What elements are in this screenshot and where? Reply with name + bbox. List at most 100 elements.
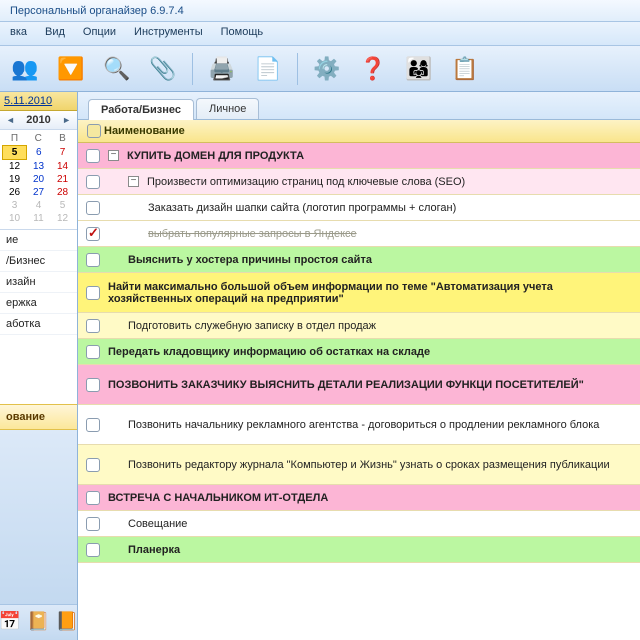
task-text: Планерка: [124, 544, 636, 556]
task-checkbox[interactable]: [86, 175, 100, 189]
next-month[interactable]: ►: [62, 115, 71, 125]
calendar-day[interactable]: 12: [3, 160, 27, 174]
tab-bar: Работа/БизнесЛичное: [78, 92, 640, 120]
task-row[interactable]: Подготовить служебную записку в отдел пр…: [78, 313, 640, 339]
menu-item[interactable]: Вид: [45, 26, 65, 41]
task-text: Передать кладовщику информацию об остатк…: [104, 346, 636, 358]
task-text: Позвонить начальнику рекламного агентств…: [124, 419, 636, 431]
task-checkbox[interactable]: [86, 345, 100, 359]
task-row[interactable]: Совещание: [78, 511, 640, 537]
task-text: выбрать популярные запросы в Яндексе: [144, 228, 636, 240]
task-text: Совещание: [124, 518, 636, 530]
task-text: Произвести оптимизацию страниц под ключе…: [143, 176, 636, 188]
task-text: Подготовить служебную записку в отдел пр…: [124, 320, 636, 332]
task-checkbox[interactable]: [86, 201, 100, 215]
menu-item[interactable]: Помощь: [221, 26, 264, 41]
task-row[interactable]: −КУПИТЬ ДОМЕН ДЛЯ ПРОДУКТА: [78, 143, 640, 169]
tab[interactable]: Личное: [196, 98, 259, 119]
calendar-day[interactable]: 7: [51, 146, 75, 160]
expand-icon[interactable]: −: [108, 150, 119, 161]
print-icon[interactable]: 🖨️: [205, 52, 239, 86]
task-row[interactable]: ВСТРЕЧА С НАЧАЛЬНИКОМ ИТ-ОТДЕЛА: [78, 485, 640, 511]
sidebar-list: ие/Бизнесизайнержкааботка: [0, 230, 77, 404]
content-area: Работа/БизнесЛичное Наименование −КУПИТЬ…: [78, 92, 640, 640]
task-row[interactable]: Позвонить редактору журнала "Компьютер и…: [78, 445, 640, 485]
menu-item[interactable]: вка: [10, 26, 27, 41]
sidebar-folder[interactable]: ование: [0, 404, 77, 430]
users-icon[interactable]: 👨‍👩‍👧: [402, 52, 436, 86]
calendar-icon[interactable]: 📅: [0, 611, 21, 632]
task-row[interactable]: ПОЗВОНИТЬ ЗАКАЗЧИКУ ВЫЯСНИТЬ ДЕТАЛИ РЕАЛ…: [78, 365, 640, 405]
sidebar-item[interactable]: аботка: [0, 314, 77, 335]
calendar-day[interactable]: 5: [3, 146, 27, 160]
tab[interactable]: Работа/Бизнес: [88, 99, 194, 120]
toolbar: 👥 🔽 🔍 📎 🖨️ 📄 ⚙️ ❓ 👨‍👩‍👧 📋: [0, 46, 640, 92]
sidebar-item[interactable]: изайн: [0, 272, 77, 293]
task-checkbox[interactable]: [86, 378, 100, 392]
calendar-day[interactable]: 27: [27, 186, 51, 199]
calendar-day[interactable]: 14: [51, 160, 75, 174]
calendar-day[interactable]: 26: [3, 186, 27, 199]
task-row[interactable]: Заказать дизайн шапки сайта (логотип про…: [78, 195, 640, 221]
prev-month[interactable]: ◄: [6, 115, 15, 125]
contacts-icon[interactable]: 📙: [56, 611, 78, 632]
task-text: Позвонить редактору журнала "Компьютер и…: [124, 459, 636, 471]
find-icon[interactable]: 🔍: [100, 52, 134, 86]
calendar-day[interactable]: 19: [3, 173, 27, 186]
calendar-day[interactable]: 20: [27, 173, 51, 186]
calendar-day[interactable]: 13: [27, 160, 51, 174]
task-row[interactable]: Позвонить начальнику рекламного агентств…: [78, 405, 640, 445]
task-row[interactable]: выбрать популярные запросы в Яндексе: [78, 221, 640, 247]
date-link[interactable]: 5.11.2010: [0, 92, 77, 111]
filter-icon[interactable]: 🔽: [54, 52, 88, 86]
sidebar-item[interactable]: ержка: [0, 293, 77, 314]
sidebar-bottom-nav: 📅 📔 📙: [0, 604, 77, 640]
calendar-day[interactable]: 11: [27, 212, 51, 225]
calendar-day[interactable]: 4: [27, 199, 51, 212]
calendar-day[interactable]: 28: [51, 186, 75, 199]
expand-icon[interactable]: −: [128, 176, 139, 187]
window-title: Персональный органайзер 6.9.7.4: [0, 0, 640, 22]
note-icon[interactable]: 📋: [448, 52, 482, 86]
task-row[interactable]: Планерка: [78, 537, 640, 563]
task-row[interactable]: −Произвести оптимизацию страниц под ключ…: [78, 169, 640, 195]
calendar-day[interactable]: 21: [51, 173, 75, 186]
calendar[interactable]: ПСВ567121314192021262728345101112: [0, 130, 77, 230]
task-checkbox[interactable]: [86, 458, 100, 472]
task-checkbox[interactable]: [86, 286, 100, 300]
menu-bar: вка Вид Опции Инструменты Помощь: [0, 22, 640, 46]
clip-icon[interactable]: 📎: [146, 52, 180, 86]
task-checkbox[interactable]: [86, 149, 100, 163]
sidebar-item[interactable]: /Бизнес: [0, 251, 77, 272]
calendar-day[interactable]: 12: [51, 212, 75, 225]
column-header[interactable]: Наименование: [78, 120, 640, 143]
task-checkbox[interactable]: [86, 418, 100, 432]
calendar-day[interactable]: 3: [3, 199, 27, 212]
tasks-icon[interactable]: 📔: [27, 611, 49, 632]
calendar-day[interactable]: 10: [3, 212, 27, 225]
task-checkbox[interactable]: [86, 253, 100, 267]
month-nav: ◄ 2010 ►: [0, 111, 77, 130]
sidebar-item[interactable]: ие: [0, 230, 77, 251]
task-row[interactable]: Передать кладовщику информацию об остатк…: [78, 339, 640, 365]
task-text: Заказать дизайн шапки сайта (логотип про…: [144, 202, 636, 214]
calendar-day[interactable]: 6: [27, 146, 51, 160]
header-checkbox-icon: [87, 124, 101, 138]
preview-icon[interactable]: 📄: [251, 52, 285, 86]
task-checkbox[interactable]: [86, 227, 100, 241]
settings-icon[interactable]: ⚙️: [310, 52, 344, 86]
help-icon[interactable]: ❓: [356, 52, 390, 86]
task-row[interactable]: Выяснить у хостера причины простоя сайта: [78, 247, 640, 273]
menu-item[interactable]: Инструменты: [134, 26, 203, 41]
task-text: Выяснить у хостера причины простоя сайта: [124, 254, 636, 266]
task-checkbox[interactable]: [86, 517, 100, 531]
task-checkbox[interactable]: [86, 491, 100, 505]
menu-item[interactable]: Опции: [83, 26, 116, 41]
calendar-day[interactable]: 5: [51, 199, 75, 212]
task-row[interactable]: Найти максимально большой объем информац…: [78, 273, 640, 313]
task-checkbox[interactable]: [86, 319, 100, 333]
task-checkbox[interactable]: [86, 543, 100, 557]
people-icon[interactable]: 👥: [8, 52, 42, 86]
month-label: 2010: [26, 114, 50, 126]
task-text: ПОЗВОНИТЬ ЗАКАЗЧИКУ ВЫЯСНИТЬ ДЕТАЛИ РЕАЛ…: [104, 379, 636, 391]
